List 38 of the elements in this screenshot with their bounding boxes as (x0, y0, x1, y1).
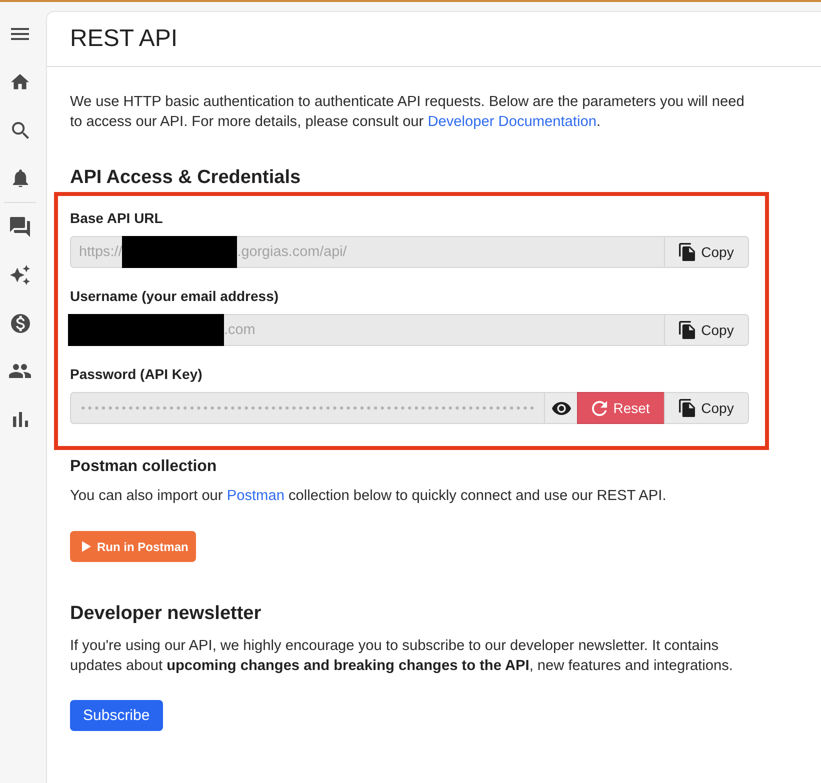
field-value-text: .com (224, 321, 256, 340)
field-label: Base API URL (70, 209, 164, 228)
intro-text: We use HTTP basic authentication to authenticate API requests. Below are the parameters you will need to access our API. For more details, please consult our Developer Documentation. (70, 93, 746, 132)
page-title: REST API (70, 24, 178, 54)
field-label: Password (API Key) (70, 365, 204, 384)
postman-text: You can also import our Postman collection below to quickly connect and use our REST API. (70, 487, 668, 506)
field-label: Username (your email address) (70, 287, 280, 306)
play-icon (82, 541, 91, 552)
postman-link[interactable]: Postman (226, 488, 284, 504)
masked-password-text: ••••••••••••••••••••••••••••••••••••••••••••••••••••••••••••••••••• (80, 400, 537, 416)
menu-icon[interactable] (11, 28, 29, 40)
eye-icon (552, 402, 570, 414)
subscribe-button[interactable]: Subscribe (70, 700, 163, 731)
field-value-text: https:// (79, 243, 122, 262)
section-heading: Postman collection (70, 457, 218, 477)
reset-button[interactable]: Reset (577, 392, 665, 424)
field-value-text: .gorgias.com/api/ (237, 243, 347, 262)
copy-icon (679, 320, 696, 340)
copy-icon (679, 398, 696, 418)
section-heading: Developer newsletter (70, 602, 262, 626)
search-icon[interactable] (12, 122, 28, 138)
chat-bubbles-icon[interactable] (10, 217, 30, 237)
dollar-coin-icon[interactable] (10, 314, 30, 332)
show-password-button[interactable] (544, 392, 578, 424)
sparkles-icon[interactable] (10, 265, 30, 285)
run-in-postman-button[interactable]: Run in Postman (70, 531, 196, 562)
copy-button[interactable]: Copy (664, 392, 749, 424)
copy-button[interactable]: Copy (664, 236, 749, 268)
copy-icon (679, 242, 696, 262)
people-icon[interactable] (9, 364, 31, 378)
documentation-link[interactable]: Developer Documentation (428, 114, 596, 130)
bell-icon[interactable] (12, 168, 28, 188)
newsletter-text: If you're using our API, we highly encourage you to subscribe to our developer newsletter. It contains updates about upcoming changes and breaking changes to the API, new features and integrations. (70, 637, 734, 676)
refresh-icon (592, 400, 608, 416)
copy-button[interactable]: Copy (664, 314, 749, 346)
home-icon[interactable] (11, 74, 29, 90)
bar-chart-icon[interactable] (12, 412, 28, 426)
section-heading: API Access & Credentials (70, 166, 302, 190)
